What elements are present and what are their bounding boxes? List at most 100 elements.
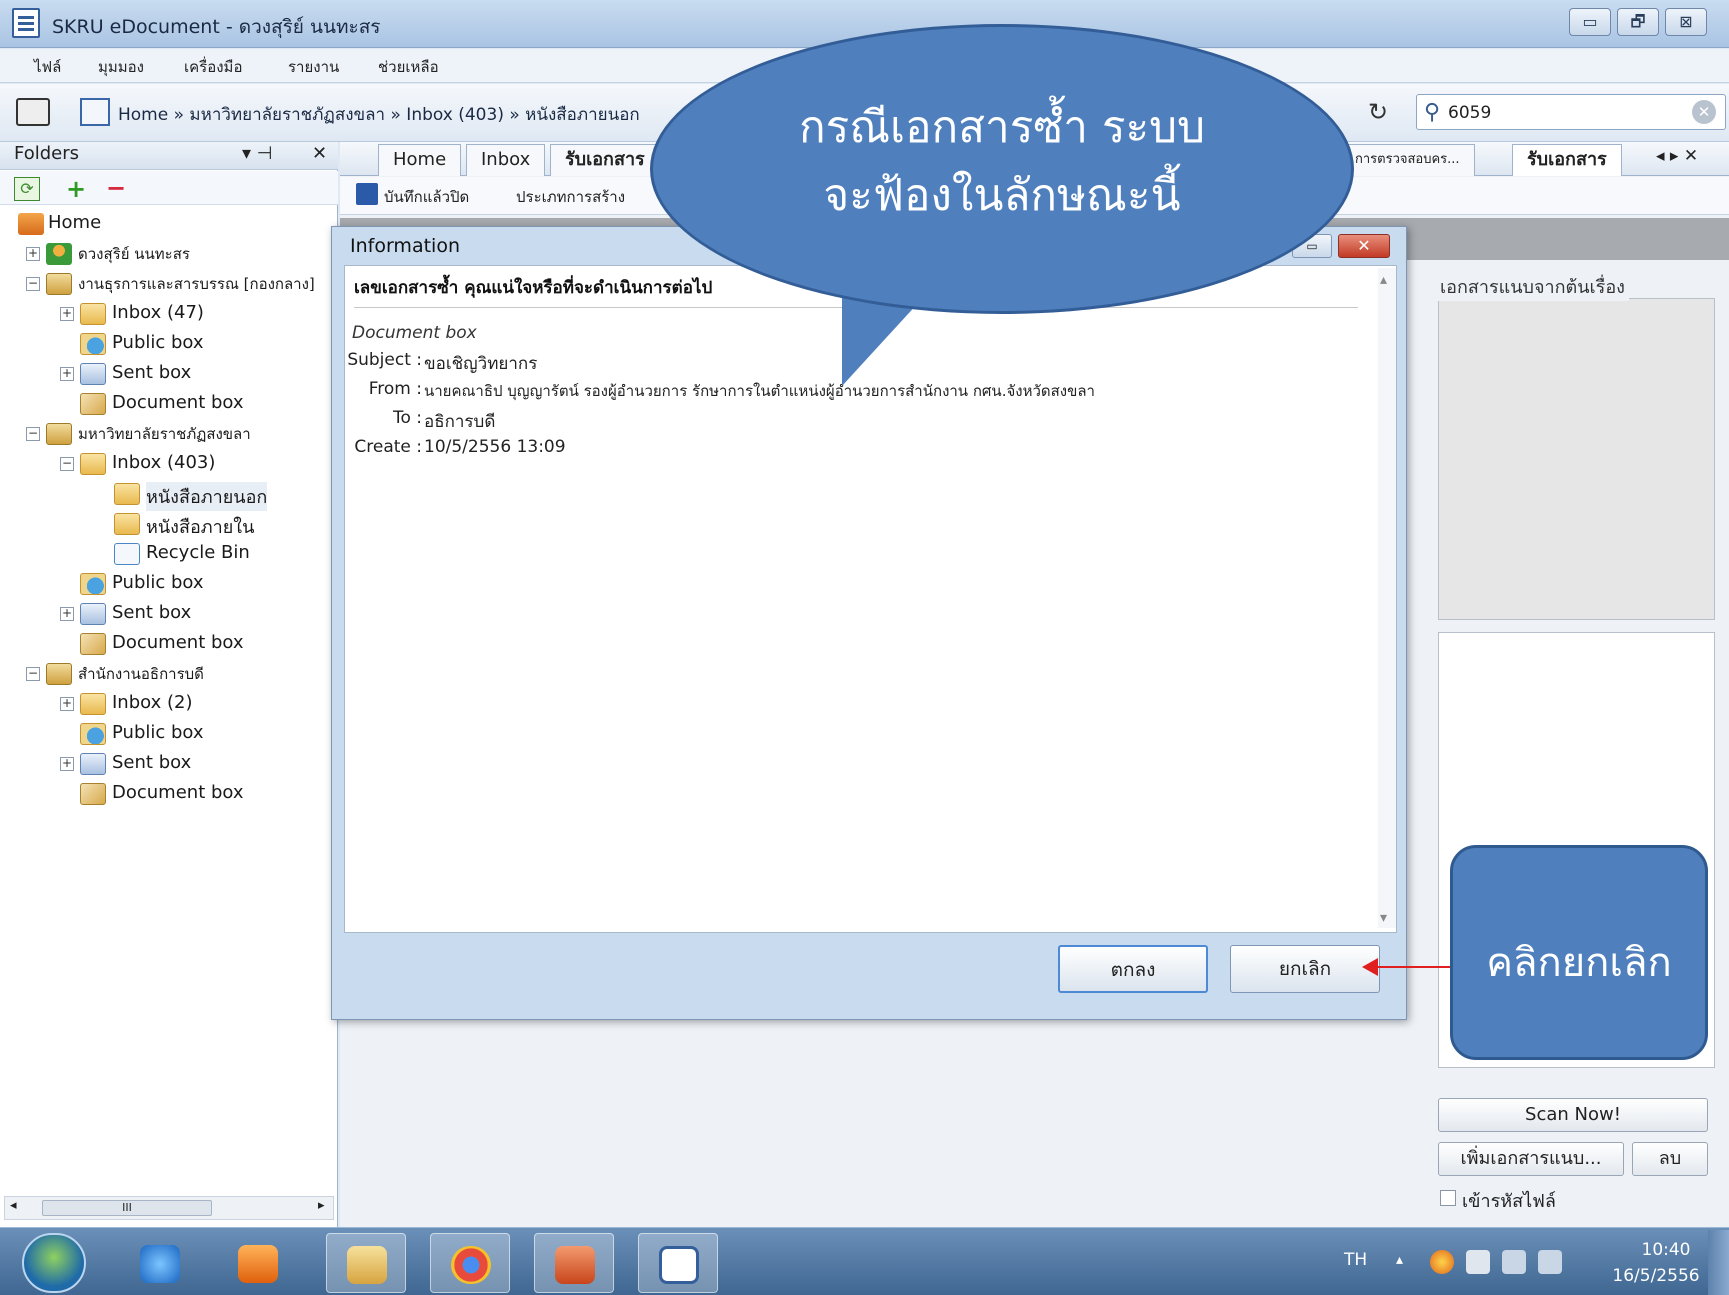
menu-tools[interactable]: เครื่องมือ xyxy=(184,55,242,79)
restore-button[interactable]: 🗗 xyxy=(1617,8,1659,36)
dialog-scroll-down-icon[interactable]: ▾ xyxy=(1380,910,1387,926)
callout-text-line2: จะฟ้องในลักษณะนี้ xyxy=(823,170,1181,221)
tab-check[interactable]: การตรวจสอบคร... xyxy=(1340,144,1475,176)
expand-icon[interactable]: + xyxy=(26,247,40,261)
volume-icon[interactable] xyxy=(1538,1250,1562,1274)
clock-date[interactable]: 16/5/2556 xyxy=(1604,1266,1708,1286)
tray-expand-icon[interactable]: ▴ xyxy=(1396,1252,1403,1268)
refresh-folders-icon[interactable]: ⟳ xyxy=(14,177,40,201)
encrypt-checkbox[interactable] xyxy=(1440,1190,1456,1206)
collapse-icon[interactable]: − xyxy=(26,277,40,291)
tree-item[interactable]: + Sent box xyxy=(0,360,336,388)
close-button[interactable]: ⊠ xyxy=(1665,8,1707,36)
tab-inbox[interactable]: Inbox xyxy=(466,144,546,176)
delete-attachment-button[interactable]: ลบ xyxy=(1632,1142,1708,1176)
media-player-taskbar-icon[interactable] xyxy=(218,1233,298,1293)
tray-app-icon[interactable] xyxy=(1430,1250,1454,1274)
tree-item[interactable]: + Sent box xyxy=(0,600,336,628)
clock-time[interactable]: 10:40 xyxy=(1626,1240,1706,1260)
folder-icon xyxy=(114,483,140,505)
breadcrumb[interactable]: Home » มหาวิทยาลัยราชภัฏสงขลา » Inbox (4… xyxy=(118,101,640,128)
edocument-taskbar-icon[interactable] xyxy=(638,1233,718,1293)
scroll-right-icon[interactable]: ▸ xyxy=(318,1198,325,1213)
public-box-icon xyxy=(80,723,106,745)
menu-view[interactable]: มุมมอง xyxy=(98,55,144,79)
tree-item[interactable]: Home xyxy=(0,210,336,238)
tree-item[interactable]: − งานธุรการและสารบรรณ [กองกลาง] xyxy=(0,270,336,298)
menu-help[interactable]: ช่วยเหลือ xyxy=(378,55,439,79)
tab-home[interactable]: Home xyxy=(378,144,462,176)
save-close-button[interactable]: บันทึกแล้วปิด xyxy=(384,185,469,209)
clear-search-icon[interactable]: ✕ xyxy=(1692,100,1716,124)
tree-item[interactable]: Recycle Bin xyxy=(0,540,336,568)
cancel-button[interactable]: ยกเลิก xyxy=(1230,945,1380,993)
tree-item-label: Document box xyxy=(112,632,244,653)
show-desktop-button[interactable] xyxy=(1708,1230,1729,1295)
arrow-line xyxy=(1376,966,1450,968)
tree-item[interactable]: Document box xyxy=(0,390,336,418)
tree-item[interactable]: หนังสือภายใน xyxy=(0,510,336,538)
tree-item[interactable]: + Inbox (2) xyxy=(0,690,336,718)
expand-icon[interactable]: + xyxy=(60,607,74,621)
tree-item[interactable]: Document box xyxy=(0,780,336,808)
document-box-icon xyxy=(80,393,106,415)
expand-icon[interactable]: + xyxy=(60,757,74,771)
document-box-icon xyxy=(80,783,106,805)
tab-receive-document[interactable]: รับเอกสาร xyxy=(550,144,660,176)
tree-item[interactable]: + ดวงสุริย์ นนทะสร xyxy=(0,240,336,268)
add-attachment-button[interactable]: เพิ่มเอกสารแนบ... xyxy=(1438,1142,1624,1176)
chrome-taskbar-icon[interactable] xyxy=(430,1233,510,1293)
cabinet-icon xyxy=(46,663,72,685)
scroll-thumb[interactable]: III xyxy=(42,1200,212,1216)
menu-file[interactable]: ไฟล์ xyxy=(34,55,61,79)
tree-item[interactable]: − มหาวิทยาลัยราชภัฏสงขลา xyxy=(0,420,336,448)
collapse-icon[interactable]: − xyxy=(26,667,40,681)
tree-item[interactable]: − Inbox (403) xyxy=(0,450,336,478)
language-indicator[interactable]: TH xyxy=(1344,1250,1367,1270)
remove-folder-icon[interactable]: − xyxy=(106,174,126,202)
dialog-scroll-up-icon[interactable]: ▴ xyxy=(1380,272,1387,288)
start-button[interactable] xyxy=(22,1233,86,1293)
menu-report[interactable]: รายงาน xyxy=(288,55,339,79)
tree-item[interactable]: − สำนักงานอธิการบดี xyxy=(0,660,336,688)
tab-receive-document-active[interactable]: รับเอกสาร xyxy=(1512,144,1622,176)
collapse-icon[interactable]: − xyxy=(26,427,40,441)
dialog-scrollbar[interactable] xyxy=(1378,268,1396,928)
ie-taskbar-icon[interactable] xyxy=(120,1233,200,1293)
expand-icon[interactable]: + xyxy=(60,367,74,381)
tree-item[interactable]: Public box xyxy=(0,330,336,358)
tab-nav-icons[interactable]: ◂ ▸ ✕ xyxy=(1656,146,1698,166)
tree-item[interactable]: + Sent box xyxy=(0,750,336,778)
panel-close-icon[interactable]: ✕ xyxy=(312,143,327,164)
scroll-left-icon[interactable]: ◂ xyxy=(10,1198,17,1213)
add-folder-icon[interactable]: + xyxy=(66,175,86,203)
action-center-icon[interactable] xyxy=(1466,1250,1490,1274)
user-icon xyxy=(46,243,72,265)
tree-item[interactable]: หนังสือภายนอก xyxy=(0,480,336,511)
print-icon[interactable] xyxy=(16,98,50,126)
explorer-taskbar-icon[interactable] xyxy=(326,1233,406,1293)
save-icon[interactable] xyxy=(356,183,378,205)
presentation-taskbar-icon[interactable] xyxy=(534,1233,614,1293)
tree-item-label: Inbox (47) xyxy=(112,302,204,323)
minimize-button[interactable]: ▭ xyxy=(1569,8,1611,36)
search-value[interactable]: 6059 xyxy=(1448,103,1491,123)
to-label: To : xyxy=(392,408,422,428)
search-icon: ⚲ xyxy=(1424,100,1441,125)
tree-item[interactable]: Document box xyxy=(0,630,336,658)
expand-icon[interactable]: + xyxy=(60,307,74,321)
refresh-icon[interactable]: ↻ xyxy=(1368,98,1388,126)
expand-icon[interactable]: + xyxy=(60,697,74,711)
tree-item-label: Document box xyxy=(112,782,244,803)
folder-icon xyxy=(114,513,140,535)
dialog-close-button[interactable]: ✕ xyxy=(1338,234,1390,258)
scan-now-button[interactable]: Scan Now! xyxy=(1438,1098,1708,1132)
tree-item[interactable]: Public box xyxy=(0,570,336,598)
collapse-icon[interactable]: − xyxy=(60,457,74,471)
attachment-list[interactable] xyxy=(1438,298,1715,620)
ok-button[interactable]: ตกลง xyxy=(1058,945,1208,993)
network-icon[interactable] xyxy=(1502,1250,1526,1274)
tree-item[interactable]: + Inbox (47) xyxy=(0,300,336,328)
tree-item[interactable]: Public box xyxy=(0,720,336,748)
pin-icon[interactable]: ▾ ⊣ xyxy=(242,143,272,164)
